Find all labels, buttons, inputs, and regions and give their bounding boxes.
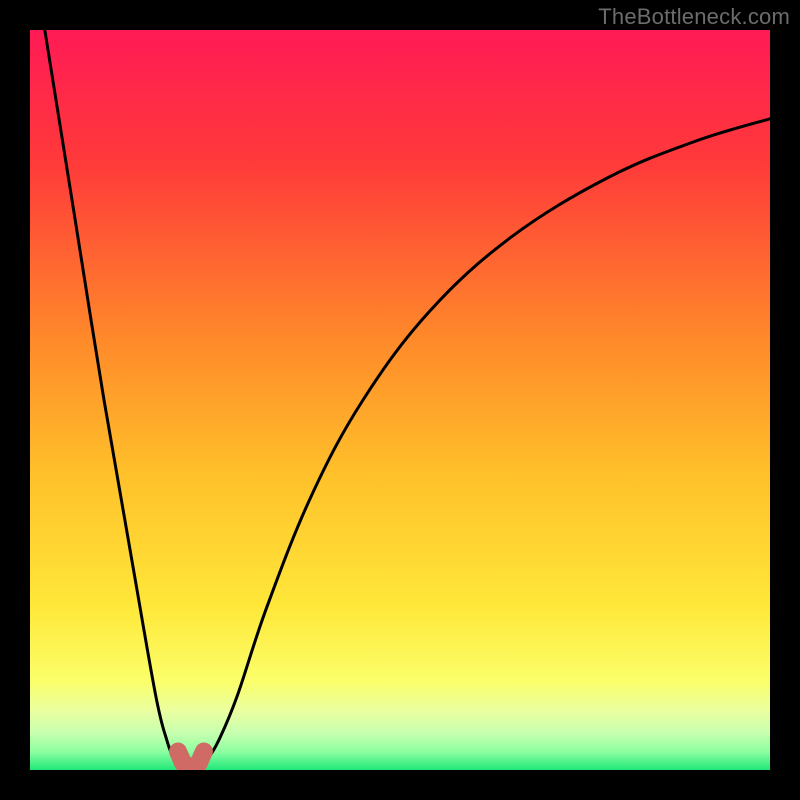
- chart-svg: [30, 30, 770, 770]
- watermark-text: TheBottleneck.com: [598, 4, 790, 30]
- chart-frame: TheBottleneck.com: [0, 0, 800, 800]
- chart-background: [30, 30, 770, 770]
- plot-area: [30, 30, 770, 770]
